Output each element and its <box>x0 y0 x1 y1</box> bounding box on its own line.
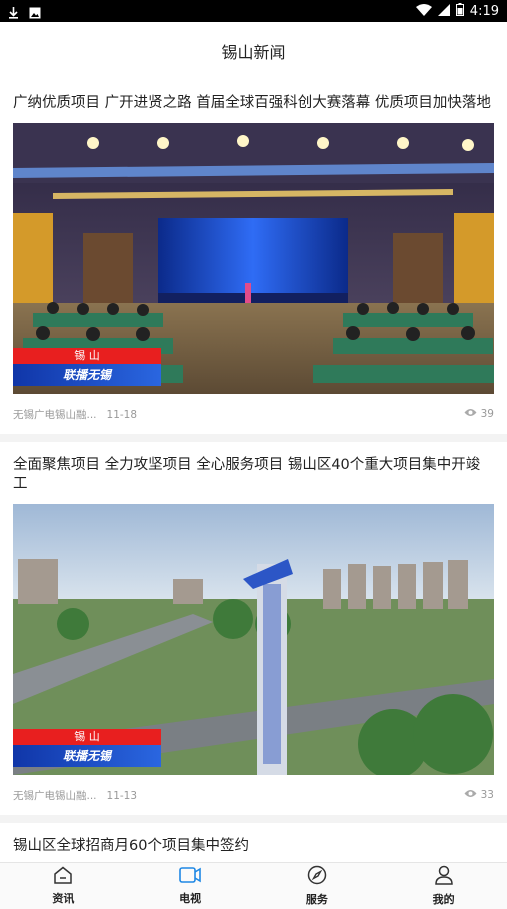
news-source: 无锡广电锡山融... <box>13 408 97 421</box>
badge-region: 锡 山 <box>13 348 161 364</box>
user-icon <box>434 865 453 889</box>
channel-badge: 锡 山 联播无锡 <box>13 348 161 386</box>
news-date: 11-13 <box>106 789 138 802</box>
compass-icon <box>307 865 327 889</box>
news-thumbnail[interactable]: 锡 山 联播无锡 <box>13 123 494 394</box>
tab-tv[interactable]: 电视 <box>127 863 254 909</box>
page-title: 锡山新闻 <box>221 43 286 62</box>
download-icon <box>8 4 19 23</box>
badge-region: 锡 山 <box>13 729 161 745</box>
tab-label: 资讯 <box>52 892 75 905</box>
view-count: 39 <box>464 408 494 420</box>
news-source: 无锡广电锡山融... <box>13 789 97 802</box>
view-count-value: 33 <box>480 789 494 801</box>
view-count: 33 <box>464 789 494 801</box>
news-date: 11-18 <box>106 408 138 421</box>
news-meta: 无锡广电锡山融... 11-13 33 <box>13 775 494 815</box>
news-item[interactable]: 广纳优质项目 广开进贤之路 首届全球百强科创大赛落幕 优质项目加快落地 锡 山 … <box>0 80 507 442</box>
tv-icon <box>179 866 201 888</box>
news-item[interactable]: 全面聚焦项目 全力攻坚项目 全心服务项目 锡山区40个重大项目集中开竣工 锡 山… <box>0 442 507 823</box>
tab-label: 电视 <box>179 892 202 905</box>
home-icon <box>53 866 73 888</box>
battery-icon <box>455 3 464 20</box>
status-bar: 4:19 <box>0 0 507 22</box>
wifi-icon <box>415 3 432 20</box>
news-headline[interactable]: 广纳优质项目 广开进贤之路 首届全球百强科创大赛落幕 优质项目加快落地 <box>13 94 494 113</box>
tab-label: 服务 <box>305 893 328 906</box>
news-feed[interactable]: 广纳优质项目 广开进贤之路 首届全球百强科创大赛落幕 优质项目加快落地 锡 山 … <box>0 80 507 862</box>
image-icon <box>29 4 41 23</box>
news-thumbnail[interactable]: 锡 山 联播无锡 <box>13 504 494 775</box>
news-headline[interactable]: 锡山区全球招商月60个项目集中签约 <box>13 837 494 856</box>
news-meta: 无锡广电锡山融... 11-18 39 <box>13 394 494 434</box>
news-item[interactable]: 锡山区全球招商月60个项目集中签约 <box>0 823 507 862</box>
badge-program: 联播无锡 <box>13 745 161 767</box>
signal-icon <box>437 3 450 20</box>
tab-news[interactable]: 资讯 <box>0 863 127 909</box>
tab-label: 我的 <box>432 893 455 906</box>
badge-program: 联播无锡 <box>13 364 161 386</box>
tab-profile[interactable]: 我的 <box>380 863 507 909</box>
channel-badge: 锡 山 联播无锡 <box>13 729 161 767</box>
eye-icon <box>464 408 477 420</box>
view-count-value: 39 <box>480 408 494 420</box>
bottom-tab-bar: 资讯 电视 服务 我的 <box>0 862 507 909</box>
news-headline[interactable]: 全面聚焦项目 全力攻坚项目 全心服务项目 锡山区40个重大项目集中开竣工 <box>13 456 494 494</box>
status-time: 4:19 <box>469 4 499 19</box>
page-header: 锡山新闻 <box>0 22 507 80</box>
eye-icon <box>464 789 477 801</box>
tab-services[interactable]: 服务 <box>254 863 381 909</box>
